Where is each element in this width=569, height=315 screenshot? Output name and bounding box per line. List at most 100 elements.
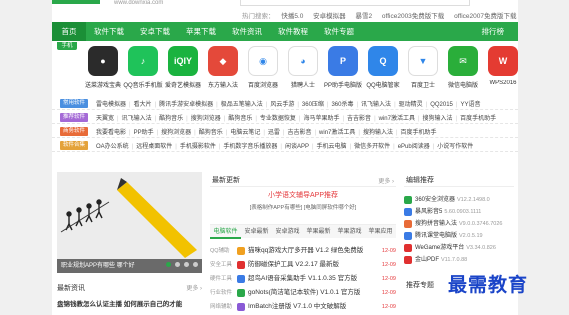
software-link[interactable]: 腾讯手游安卓模拟器	[159, 102, 213, 108]
update-tab[interactable]: 安卓最新	[241, 225, 272, 239]
software-link[interactable]: 360杀毒	[331, 102, 353, 108]
software-link[interactable]: YY语音	[460, 102, 480, 108]
software-link[interactable]: 吉吉影音	[287, 130, 311, 136]
editor-software-name[interactable]: 暴风影音5	[415, 209, 442, 215]
editor-row[interactable]: 金山PDF V11.7.0.88	[404, 254, 514, 266]
editor-name[interactable]: 搜狗拼音输入法 V9.0.0.3746.7026	[415, 218, 502, 230]
software-link[interactable]: QQ2015	[430, 102, 453, 108]
update-row[interactable]: QQ辅助 猫咪qq游戏大厅多开器 V1.2 绿色免费版 12-09	[210, 244, 396, 258]
software-link[interactable]: win7激活工具	[319, 130, 355, 136]
update-category[interactable]: 硬件工具	[210, 272, 232, 286]
software-link[interactable]: 吉吉影音	[347, 116, 371, 122]
software-link[interactable]: 电脑云笔记	[230, 130, 260, 136]
hot-link[interactable]: office2003免费版下载	[382, 13, 444, 20]
search-input[interactable]	[240, 0, 470, 6]
editor-software-name[interactable]: WeGame游戏平台	[415, 245, 464, 251]
nav-rank[interactable]: 排行榜	[482, 22, 505, 41]
editor-software-name[interactable]: 搜狗拼音输入法	[415, 221, 457, 227]
carousel-dot[interactable]	[184, 262, 190, 267]
update-category[interactable]: 行业软件	[210, 286, 232, 300]
hot-link[interactable]: office2007免费版下载	[454, 13, 516, 20]
nav-topics[interactable]: 软件专题	[316, 22, 362, 41]
recommend-title[interactable]: 小学语文辅导APP推荐	[210, 190, 396, 200]
news-headline[interactable]: 盘锦钱教怎么认证主播 如何展示自己的才能	[57, 298, 202, 308]
app-icon[interactable]: ✉	[448, 46, 478, 76]
update-row[interactable]: 安全工具 防御磁保护工具 V2.2.17 最新版 12-09	[210, 258, 396, 272]
app-icon[interactable]: ◕	[288, 46, 318, 76]
editor-name[interactable]: 金山PDF V11.7.0.88	[415, 254, 467, 266]
software-link[interactable]: 远程桌面软件	[136, 144, 172, 150]
editor-row[interactable]: WeGame游戏平台 V3.34.0.826	[404, 242, 514, 254]
software-link[interactable]: 百度手机助手	[401, 130, 437, 136]
software-link[interactable]: 手机云电脑	[317, 144, 347, 150]
update-name[interactable]: goNots(简洁笔记本软件) V1.0.1 官方版	[248, 286, 370, 300]
update-name[interactable]: 猫咪qq游戏大厅多开器 V1.2 绿色免费版	[248, 244, 370, 258]
app-icon[interactable]: ●	[88, 46, 118, 76]
editor-name[interactable]: 暴风影音5 5.60.0903.1111	[415, 206, 481, 218]
software-link[interactable]: 手机摄影软件	[180, 144, 216, 150]
software-link[interactable]: 酷狗音乐	[199, 130, 223, 136]
editor-name[interactable]: 360安全浏览器 V12.2.1498.0	[415, 194, 490, 206]
app-icon[interactable]: ♪	[128, 46, 158, 76]
software-link[interactable]: 360压缩	[302, 102, 324, 108]
update-tab[interactable]: 苹果游戏	[334, 225, 365, 239]
editor-row[interactable]: 腾讯课堂电脑版 V2.0.5.19	[404, 230, 514, 242]
software-link[interactable]: 搜狗输入法	[423, 116, 453, 122]
software-link[interactable]: 讯飞输入法	[361, 102, 391, 108]
update-category[interactable]: 安全工具	[210, 258, 232, 272]
app-icon[interactable]: ◉	[248, 46, 278, 76]
software-link[interactable]: win7激活工具	[379, 116, 415, 122]
software-link[interactable]: 闲谈APP	[285, 144, 309, 150]
carousel-dot[interactable]	[193, 262, 198, 267]
software-link[interactable]: 酷狗音乐	[228, 116, 252, 122]
carousel-dot[interactable]	[166, 262, 172, 267]
software-link[interactable]: 雷电模拟器	[96, 102, 126, 108]
software-link[interactable]: 搜狗浏览器	[161, 130, 191, 136]
software-link[interactable]: 驱动精灵	[399, 102, 423, 108]
software-link[interactable]: 酷狗音乐	[159, 116, 183, 122]
software-link[interactable]: ePub阅读器	[398, 144, 430, 150]
banner[interactable]: 职业规划APP有哪些 哪个好	[57, 172, 202, 273]
update-category[interactable]: QQ辅助	[210, 244, 230, 258]
software-link[interactable]: OA办公系统	[96, 144, 129, 150]
update-tab[interactable]: 苹果最新	[303, 225, 334, 239]
update-tab[interactable]: 安卓游戏	[272, 225, 303, 239]
software-link[interactable]: 小说写作软件	[437, 144, 473, 150]
update-name[interactable]: 防御磁保护工具 V2.2.17 最新版	[248, 258, 370, 272]
app-icon[interactable]: ▼	[408, 46, 438, 76]
latest-updates-more[interactable]: 更多 ›	[378, 176, 394, 185]
recommend-sub[interactable]: [表格制作APP有哪些] [电脑同屏软件哪个好]	[210, 203, 396, 211]
editor-software-name[interactable]: 360安全浏览器	[415, 197, 455, 203]
update-tab[interactable]: 电脑软件	[210, 225, 241, 239]
editor-software-name[interactable]: 腾讯课堂电脑版	[415, 233, 457, 239]
hot-link[interactable]: 快播5.0	[281, 13, 303, 20]
editor-row[interactable]: 暴风影音5 5.60.0903.1111	[404, 206, 514, 218]
app-name[interactable]: WPS2016	[480, 80, 526, 86]
software-link[interactable]: 搜狗输入法	[363, 130, 393, 136]
update-name[interactable]: ImBatch注册版 V7.1.0 中文破解版	[248, 300, 370, 314]
editor-row[interactable]: 搜狗拼音输入法 V9.0.0.3746.7026	[404, 218, 514, 230]
nav-home[interactable]: 首页	[52, 22, 86, 41]
editor-row[interactable]: 360安全浏览器 V12.2.1498.0	[404, 194, 514, 206]
hot-link[interactable]: 安卓模拟器	[313, 13, 346, 20]
update-row[interactable]: 硬件工具 超鸟AI语音采集助手 V1.1.0.35 官方版 12-09	[210, 272, 396, 286]
software-link[interactable]: 迅雷	[268, 130, 280, 136]
software-link[interactable]: 百度手机助手	[460, 116, 496, 122]
editor-name[interactable]: 腾讯课堂电脑版 V2.0.5.19	[415, 230, 483, 242]
software-link[interactable]: 海马苹果助手	[303, 116, 339, 122]
app-icon[interactable]: Q	[368, 46, 398, 76]
app-icon[interactable]: W	[488, 46, 518, 76]
software-link[interactable]: 风云手游	[270, 102, 294, 108]
editor-software-name[interactable]: 金山PDF	[415, 257, 439, 263]
update-tab[interactable]: 苹果应用	[365, 225, 396, 239]
software-link[interactable]: PP助手	[134, 130, 154, 136]
editor-name[interactable]: WeGame游戏平台 V3.34.0.826	[415, 242, 496, 254]
software-link[interactable]: 微信多开软件	[354, 144, 390, 150]
software-link[interactable]: 讯飞输入法	[122, 116, 152, 122]
app-icon[interactable]: P	[328, 46, 358, 76]
software-link[interactable]: 手机数字音乐播放器	[223, 144, 277, 150]
nav-tutorial[interactable]: 软件教程	[270, 22, 316, 41]
site-logo[interactable]	[52, 0, 100, 4]
software-link[interactable]: 搜狗浏览器	[191, 116, 221, 122]
carousel-dot[interactable]	[175, 262, 181, 267]
